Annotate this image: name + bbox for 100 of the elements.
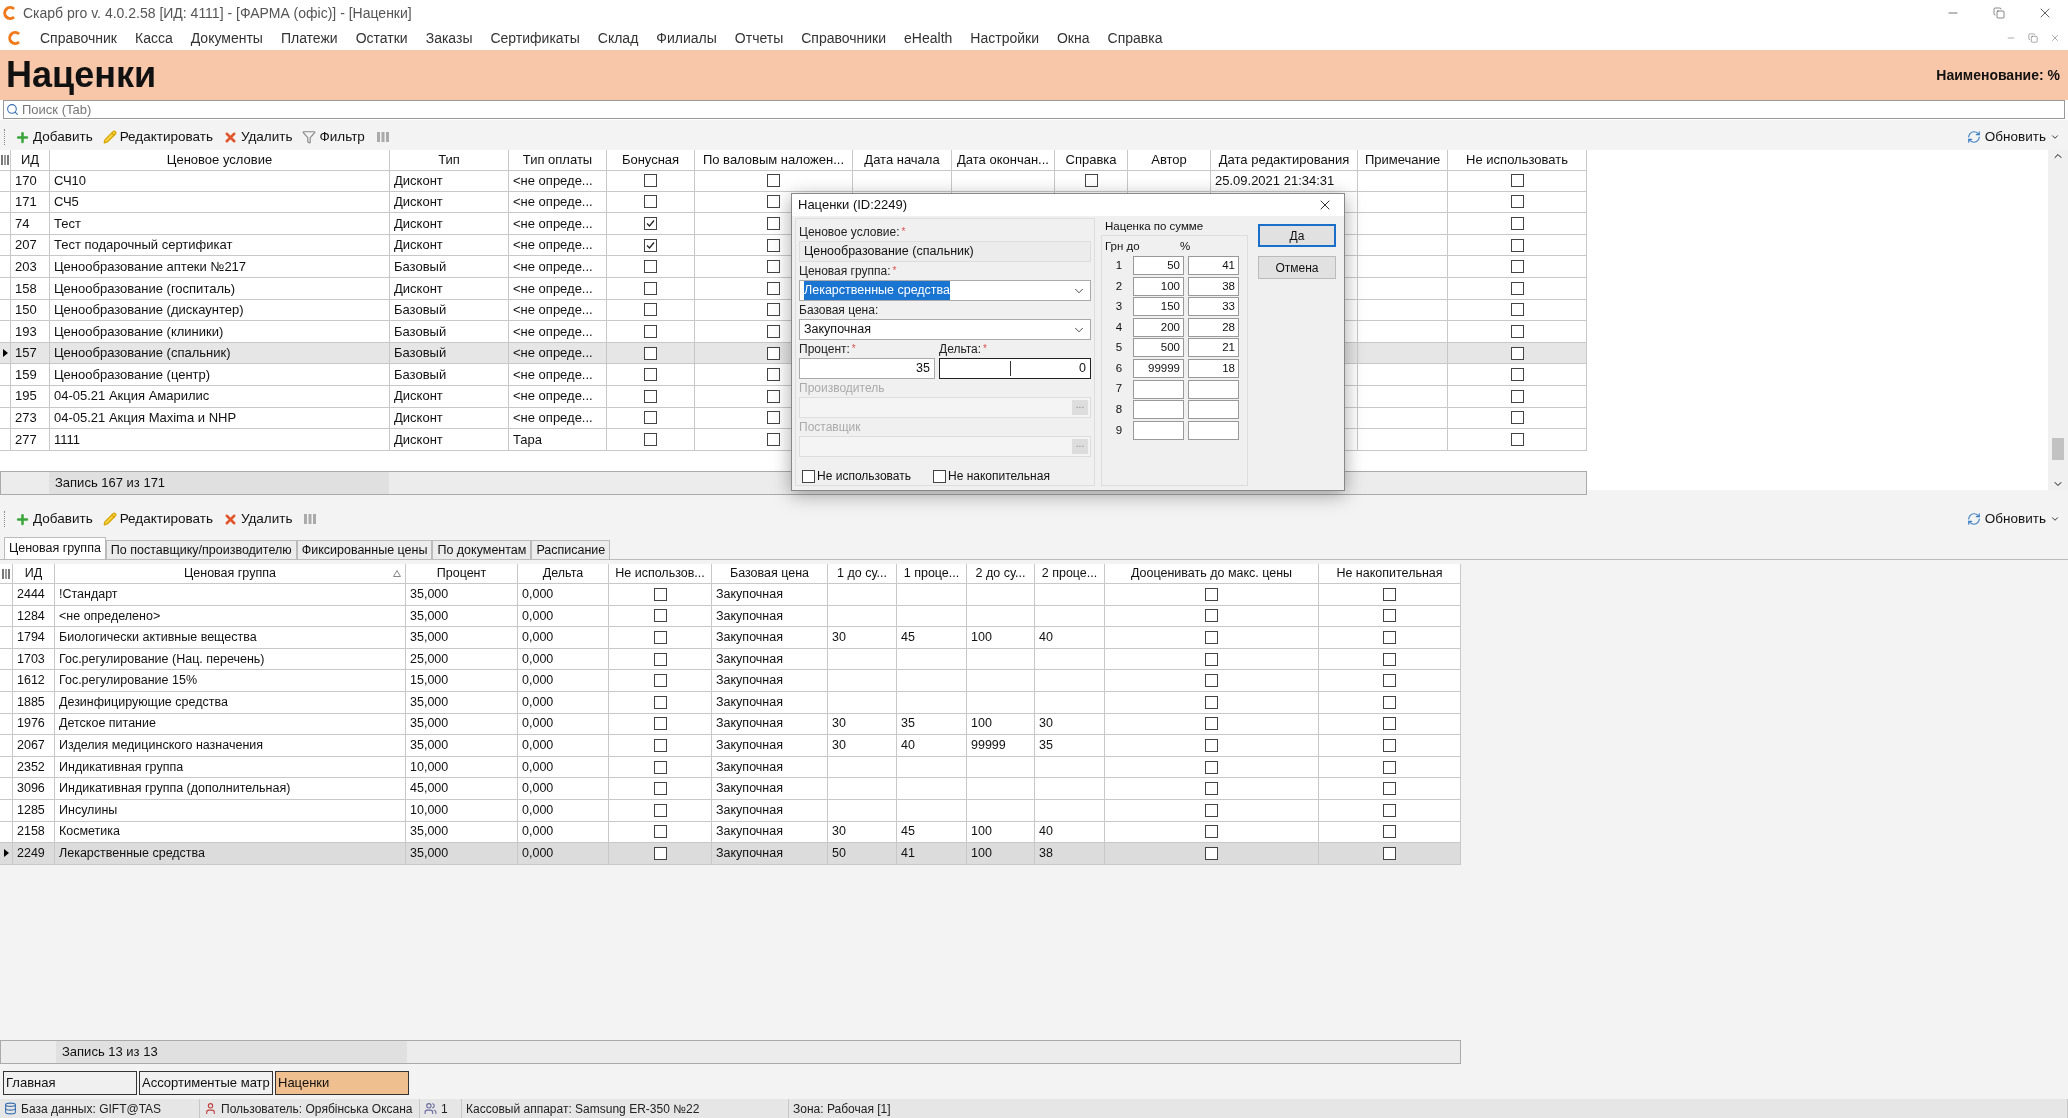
window-tab[interactable]: Наценки [275, 1071, 409, 1095]
column-header[interactable]: Справка [1055, 150, 1128, 171]
menu-item[interactable]: Окна [1057, 27, 1090, 49]
table-row[interactable]: 2067 Изделия медицинского назначения 35,000 0,000 Закупочная 30 40 99999 35 [0, 735, 1461, 757]
column-chooser-icon[interactable] [1, 153, 9, 166]
menu-item[interactable]: Склад [597, 27, 639, 49]
column-header[interactable]: Тип оплаты [509, 150, 607, 171]
checkbox[interactable] [1510, 238, 1524, 252]
checkbox[interactable] [767, 346, 780, 360]
menu-item[interactable]: Отчеты [734, 27, 784, 49]
column-header[interactable]: Не использовать [1448, 150, 1587, 171]
checkbox[interactable] [767, 195, 780, 209]
menu-item[interactable]: Справочник [40, 27, 117, 49]
table-row[interactable]: 1976 Детское питание 35,000 0,000 Закупочная 30 35 100 30 [0, 713, 1461, 736]
checkbox[interactable] [653, 825, 667, 839]
menu-item[interactable]: Настройки [970, 27, 1039, 49]
tab[interactable]: По документам [432, 540, 532, 559]
checkbox[interactable] [767, 432, 780, 446]
checkbox[interactable] [1084, 173, 1098, 187]
column-header[interactable]: По валовым наложен... [695, 150, 853, 171]
window-tab[interactable]: Ассортиментые матр [139, 1071, 273, 1095]
table-row[interactable]: 1885 Дезинфицирующие средства 35,000 0,000 Закупочная [0, 691, 1461, 714]
edit-button[interactable]: Редактировать [100, 508, 215, 530]
checkbox[interactable] [644, 389, 657, 403]
checkbox[interactable] [644, 324, 657, 338]
refresh-button[interactable]: Обновить [1966, 508, 2064, 530]
table-row[interactable]: 2158 Косметика 35,000 0,000 Закупочная 30 45 100 40 [0, 821, 1461, 844]
percent-field[interactable] [1188, 400, 1239, 420]
checkbox[interactable] [644, 346, 657, 360]
percent-field[interactable]: 41 [1188, 256, 1239, 276]
percent-field[interactable]: 38 [1188, 276, 1239, 296]
menu-item[interactable]: Документы [190, 27, 263, 49]
menu-item[interactable]: Филиалы [656, 27, 717, 49]
menu-item[interactable]: Справочники [801, 27, 887, 49]
checkbox[interactable] [1205, 674, 1218, 688]
checkbox[interactable] [1510, 303, 1524, 317]
menu-item[interactable]: Касса [135, 27, 173, 49]
percent-field[interactable]: 18 [1188, 359, 1239, 378]
column-header[interactable]: Дата редактирования [1211, 150, 1358, 171]
window-tab[interactable]: Главная [3, 1071, 137, 1095]
checkbox[interactable] [1205, 846, 1218, 860]
column-header[interactable]: Автор [1128, 150, 1211, 171]
checkbox[interactable] [1205, 782, 1218, 796]
amount-field[interactable]: 200 [1133, 317, 1184, 337]
table-row[interactable]: 1703 Гос.регулирование (Нац. перечень) 25,000 0,000 Закупочная [0, 648, 1461, 671]
checkbox[interactable] [653, 760, 667, 774]
amount-field[interactable] [1133, 379, 1184, 399]
checkbox[interactable] [1205, 609, 1218, 623]
checkbox[interactable] [1205, 738, 1218, 752]
percent-field[interactable] [1188, 420, 1239, 440]
table-row[interactable]: 170 СЧ10 Дисконт <не опреде... 25.09.2021 21:34:31 [0, 170, 1587, 192]
percent-field[interactable] [1188, 379, 1239, 399]
checkbox[interactable] [1205, 717, 1218, 731]
table-row[interactable]: 2352 Индикативная группа 10,000 0,000 Закупочная [0, 756, 1461, 779]
checkbox[interactable] [644, 303, 657, 317]
percent-field[interactable]: 28 [1188, 317, 1239, 337]
checkbox[interactable] [1510, 195, 1524, 209]
checkbox[interactable] [767, 368, 780, 382]
checkbox[interactable] [1383, 825, 1396, 839]
checkbox[interactable] [767, 260, 780, 274]
table-row[interactable]: 2249 Лекарственные средства 35,000 0,000 Закупочная 50 41 100 38 [0, 843, 1461, 865]
checkbox[interactable] [644, 217, 657, 230]
checkbox[interactable] [767, 281, 780, 295]
table-row[interactable]: 1794 Биологически активные вещества 35,000 0,000 Закупочная 30 45 100 40 [0, 627, 1461, 649]
checkbox[interactable] [1383, 609, 1396, 623]
column-header[interactable]: Тип [390, 150, 509, 171]
delta-field[interactable]: 0 [939, 358, 1091, 379]
checkbox[interactable] [1383, 695, 1396, 709]
table-row[interactable]: 1285 Инсулины 10,000 0,000 Закупочная [0, 799, 1461, 822]
checkbox[interactable] [653, 609, 667, 623]
tab[interactable]: Расписание [531, 540, 611, 559]
checkbox[interactable] [653, 631, 667, 644]
refresh-button[interactable]: Обновить [1966, 126, 2064, 148]
menu-item[interactable]: Остатки [355, 27, 408, 49]
dialog-button[interactable]: Да [1258, 224, 1336, 247]
table-row[interactable]: 2444 !Стандарт 35,000 0,000 Закупочная [0, 584, 1461, 606]
checkbox[interactable] [1383, 717, 1396, 731]
amount-field[interactable]: 150 [1133, 297, 1184, 317]
checkbox[interactable] [1383, 846, 1396, 860]
checkbox[interactable] [1510, 432, 1524, 446]
percent-field[interactable]: 33 [1188, 297, 1239, 317]
column-header[interactable]: Дата окончан... [952, 150, 1055, 171]
checkbox[interactable] [1205, 825, 1218, 839]
column-header[interactable]: ИД [11, 150, 50, 171]
add-button[interactable]: Добавить [13, 508, 95, 530]
filter-button[interactable]: Фильтр [300, 126, 367, 148]
menu-item[interactable]: Платежи [280, 27, 338, 49]
checkbox[interactable] [653, 652, 667, 666]
delete-button[interactable]: Удалить [220, 508, 295, 530]
price-condition-field[interactable]: Ценообразование (спальник) [799, 241, 1091, 262]
checkbox[interactable] [767, 389, 780, 403]
checkbox[interactable] [644, 432, 657, 446]
checkbox[interactable] [1510, 281, 1524, 295]
checkbox[interactable] [653, 803, 667, 817]
checkbox[interactable] [1510, 260, 1524, 274]
checkbox[interactable] [644, 238, 657, 252]
checkbox[interactable] [1383, 652, 1396, 666]
checkbox[interactable] [767, 173, 780, 187]
checkbox[interactable] [653, 738, 667, 752]
tab[interactable]: Ценовая группа [4, 537, 106, 559]
